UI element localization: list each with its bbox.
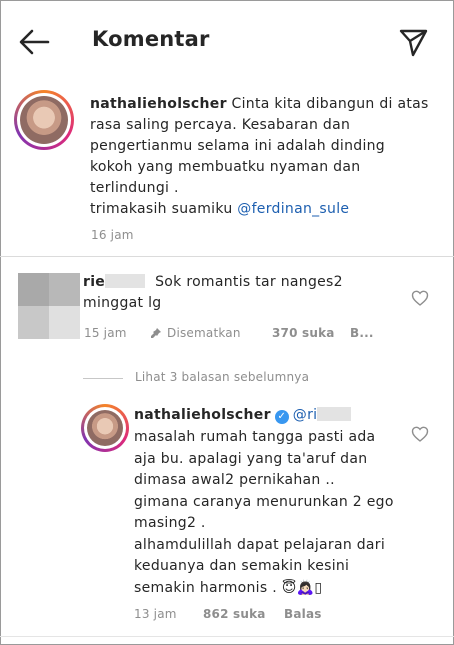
reply-author-avatar[interactable] [81,404,129,452]
commenter-avatar-blurred[interactable] [18,273,80,339]
avatar-photo [20,96,68,144]
reply-header: nathalieholscher ✓ @ri [134,405,354,426]
reply-button[interactable]: Balas [284,607,322,621]
view-previous-replies[interactable]: Lihat 3 balasan sebelumnya [135,370,309,384]
reply-username[interactable]: nathalieholscher [134,407,271,423]
back-arrow-icon[interactable] [14,22,54,62]
avatar-photo [87,410,123,446]
commenter-username[interactable]: rie [83,274,105,290]
like-heart-icon[interactable] [411,289,429,307]
page-title: Komentar [92,27,210,51]
send-direct-icon[interactable] [396,25,430,59]
post-time: 16 jam [91,228,134,242]
redacted-name [105,274,146,288]
post-author-avatar[interactable] [14,90,74,150]
verified-badge-icon: ✓ [274,410,289,424]
like-heart-icon[interactable] [411,425,429,443]
comment-time: 15 jam [84,326,127,340]
likes-count[interactable]: 370 suka [272,326,335,340]
reply-button[interactable]: B... [350,326,374,340]
pin-icon [151,328,161,338]
post-caption: nathalieholscher Cinta kita dibangun di … [90,96,429,217]
top-bar: Komentar [0,0,454,80]
replies-line [83,378,123,379]
mention-link[interactable]: @ferdinan_sule [237,201,349,217]
comment-text: rie Sok romantis tar nanges2 minggat lg [83,274,343,311]
post-username[interactable]: nathalieholscher [90,96,227,112]
redacted-name [317,407,352,421]
divider [0,636,454,637]
pinned-label: Disematkan [167,326,241,340]
reply-mention[interactable]: @ri [293,407,318,423]
reply-likes-count[interactable]: 862 suka [203,607,266,621]
reply-text: masalah rumah tangga pasti ada aja bu. a… [134,429,394,596]
reply-time: 13 jam [134,607,177,621]
divider [0,256,454,257]
